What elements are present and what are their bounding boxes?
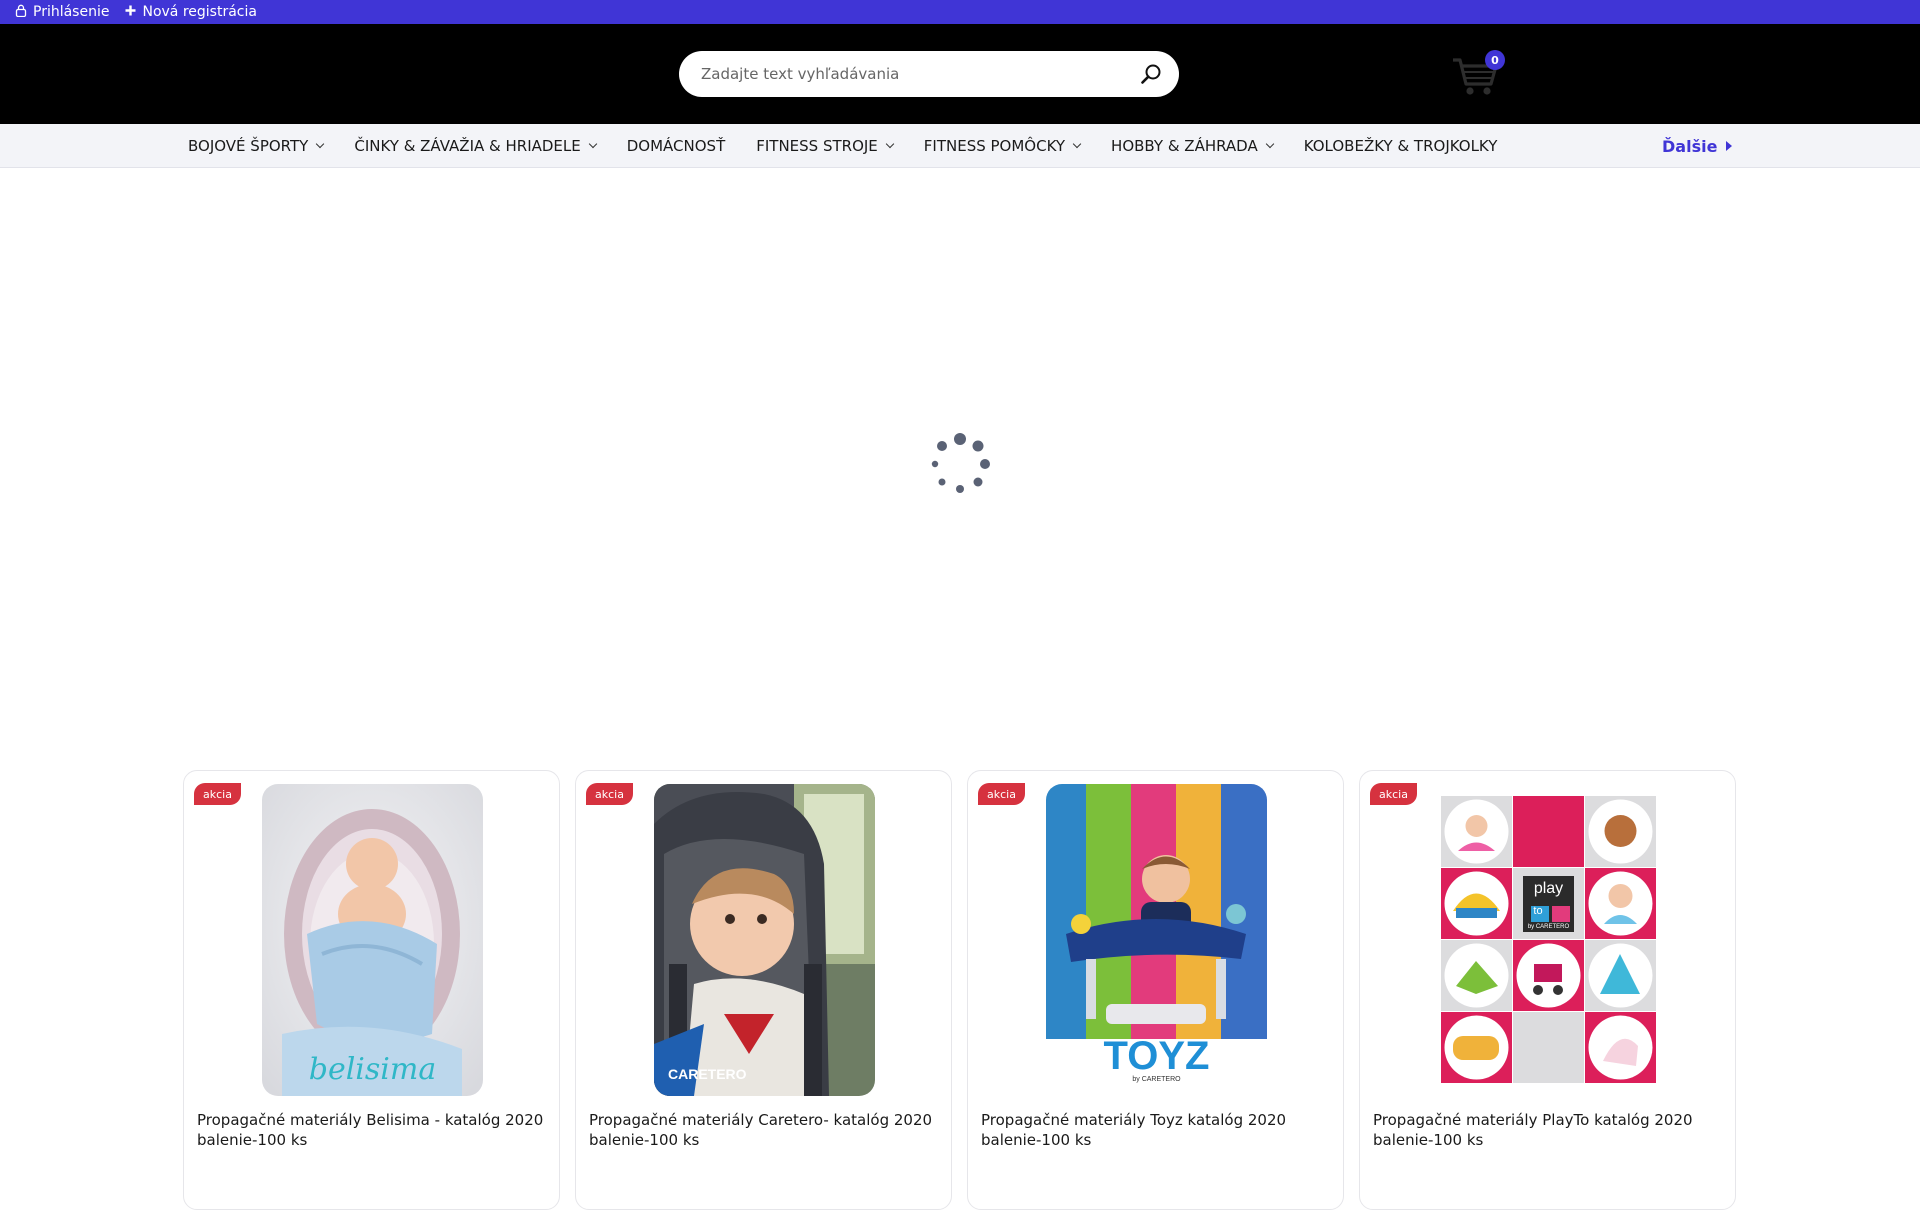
product-title: Propagačné materiály PlayTo katalóg 2020… [1373,1111,1693,1149]
chevron-down-icon [1265,139,1274,149]
product-title: Propagačné materiály Toyz katalóg 2020 b… [981,1111,1287,1149]
loading-spinner-icon [928,432,992,496]
brand-logo-playto-sub: by CARETERO [1527,924,1570,930]
login-link[interactable]: Prihlásenie [15,4,109,20]
nav-item-label: HOBBY & ZÁHRADA [1111,137,1258,155]
product-image: TOYZ by CARETERO [1046,784,1267,1096]
nav-item-domacnost[interactable]: DOMÁCNOSŤ [627,137,725,155]
caret-right-icon [1726,141,1733,151]
nav-item-label: ČINKY & ZÁVAŽIA & HRIADELE [354,137,581,155]
register-link[interactable]: Nová registrácia [125,4,257,20]
nav-item-label: KOLOBEŽKY & TROJKOLKY [1303,137,1498,155]
brand-logo-toyz: TOYZ [1103,1034,1210,1078]
nav-more-label: Ďalšie [1662,136,1718,156]
chevron-down-icon [588,139,597,149]
nav-item-fitness-stroje[interactable]: FITNESS STROJE [756,137,895,155]
product-title: Propagačné materiály Caretero- katalóg 2… [589,1111,933,1149]
lock-icon [15,4,27,20]
plus-icon [125,5,136,19]
nav-more-button[interactable]: Ďalšie [1662,124,1733,168]
main-nav: BOJOVÉ ŠPORTY ČINKY & ZÁVAŽIA & HRIADELE… [0,124,1920,168]
header: 0 [0,24,1920,124]
sale-badge: akcia [1370,783,1417,805]
nav-item-label: DOMÁCNOSŤ [626,137,726,155]
product-image: play to by CARETERO [1438,784,1659,1096]
product-card[interactable]: akcia belisima Propagačné materiály Beli… [183,770,560,1210]
chevron-down-icon [316,139,325,149]
chevron-down-icon [1072,139,1082,149]
brand-logo-belisima: belisima [308,1052,437,1087]
cart-icon [1450,58,1500,104]
product-title: Propagačné materiály Belisima - katalóg … [197,1111,544,1149]
nav-item-label: BOJOVÉ ŠPORTY [188,137,309,155]
product-card[interactable]: akcia play to by CARETERO Propagačné mat… [1359,770,1736,1210]
nav-item-cinky[interactable]: ČINKY & ZÁVAŽIA & HRIADELE [354,137,597,155]
chevron-down-icon [885,139,895,149]
product-image: CARETERO [654,784,875,1096]
brand-logo-toyz-sub: by CARETERO [1132,1076,1181,1083]
login-label: Prihlásenie [33,4,110,20]
cart-count-badge: 0 [1485,50,1505,70]
product-card[interactable]: akcia CARETERO Propagačné materiály Care… [575,770,952,1210]
product-card[interactable]: akcia TOYZ by CARETERO Propagačné materi… [967,770,1344,1210]
nav-item-label: FITNESS POMÔCKY [923,137,1066,155]
search-box [679,51,1179,97]
cart-button[interactable]: 0 [1450,50,1506,100]
nav-item-label: FITNESS STROJE [756,137,878,155]
nav-item-fitness-pomocky[interactable]: FITNESS POMÔCKY [923,137,1082,155]
top-bar: Prihlásenie Nová registrácia [0,0,1920,24]
register-label: Nová registrácia [142,4,257,20]
brand-logo-caretero: CARETERO [668,1066,747,1082]
search-input[interactable] [701,65,1141,83]
nav-item-bojove-sporty[interactable]: BOJOVÉ ŠPORTY [188,137,325,155]
search-icon[interactable] [1139,62,1163,86]
nav-item-kolobezky[interactable]: KOLOBEŽKY & TROJKOLKY [1304,137,1498,155]
sale-badge: akcia [978,783,1025,805]
product-grid: akcia belisima Propagačné materiály Beli… [183,770,1737,1210]
nav-item-hobby-zahrada[interactable]: HOBBY & ZÁHRADA [1111,137,1274,155]
product-image: belisima [262,784,483,1096]
sale-badge: akcia [194,783,241,805]
brand-logo-playto: play [1533,880,1564,897]
sale-badge: akcia [586,783,633,805]
brand-logo-playto-to: to [1533,905,1543,917]
